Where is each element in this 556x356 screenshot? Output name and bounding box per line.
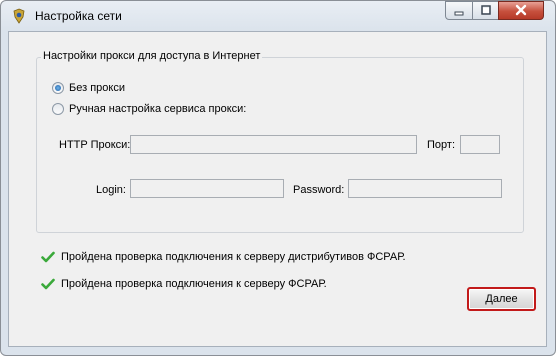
maximize-icon (480, 5, 491, 15)
close-button[interactable] (498, 1, 544, 20)
app-emblem-icon (13, 8, 25, 24)
port-label: Порт: (427, 139, 455, 151)
status-distrib-server: Пройдена проверка подключения к серверу … (41, 251, 406, 263)
window-title: Настройка сети (35, 9, 122, 23)
status-fsrar-server: Пройдена проверка подключения к серверу … (41, 278, 327, 290)
dialog-content: Настройки прокси для доступа в Интернет … (8, 31, 547, 347)
password-input[interactable] (348, 179, 502, 198)
port-input[interactable] (460, 135, 500, 154)
login-input[interactable] (130, 179, 284, 198)
status-distrib-text: Пройдена проверка подключения к серверу … (61, 251, 406, 263)
radio-no-proxy[interactable]: Без прокси (52, 82, 125, 94)
maximize-button[interactable] (472, 1, 499, 20)
check-icon (41, 251, 55, 263)
network-settings-window: Настройка сети Настройки прокси для дост… (0, 0, 556, 356)
title-bar[interactable]: Настройка сети (1, 1, 555, 31)
radio-manual-proxy-label: Ручная настройка сервиса прокси: (69, 103, 247, 115)
check-icon (41, 278, 55, 290)
next-button[interactable]: Далее (467, 287, 536, 311)
close-icon (515, 4, 527, 16)
radio-manual-proxy-indicator[interactable] (52, 103, 64, 115)
radio-manual-proxy[interactable]: Ручная настройка сервиса прокси: (52, 103, 246, 115)
next-button-label: Далее (485, 293, 518, 305)
login-label: Login: (96, 184, 126, 196)
radio-no-proxy-label: Без прокси (69, 82, 125, 94)
radio-no-proxy-indicator[interactable] (52, 82, 64, 94)
status-fsrar-text: Пройдена проверка подключения к серверу … (61, 278, 327, 290)
http-proxy-input[interactable] (130, 135, 417, 154)
http-proxy-label: HTTP Прокси: (59, 139, 131, 151)
proxy-group-legend: Настройки прокси для доступа в Интернет (41, 50, 263, 62)
proxy-settings-group: Настройки прокси для доступа в Интернет … (36, 50, 524, 233)
password-label: Password: (293, 184, 345, 196)
minimize-icon (454, 11, 464, 16)
minimize-button[interactable] (445, 1, 473, 20)
